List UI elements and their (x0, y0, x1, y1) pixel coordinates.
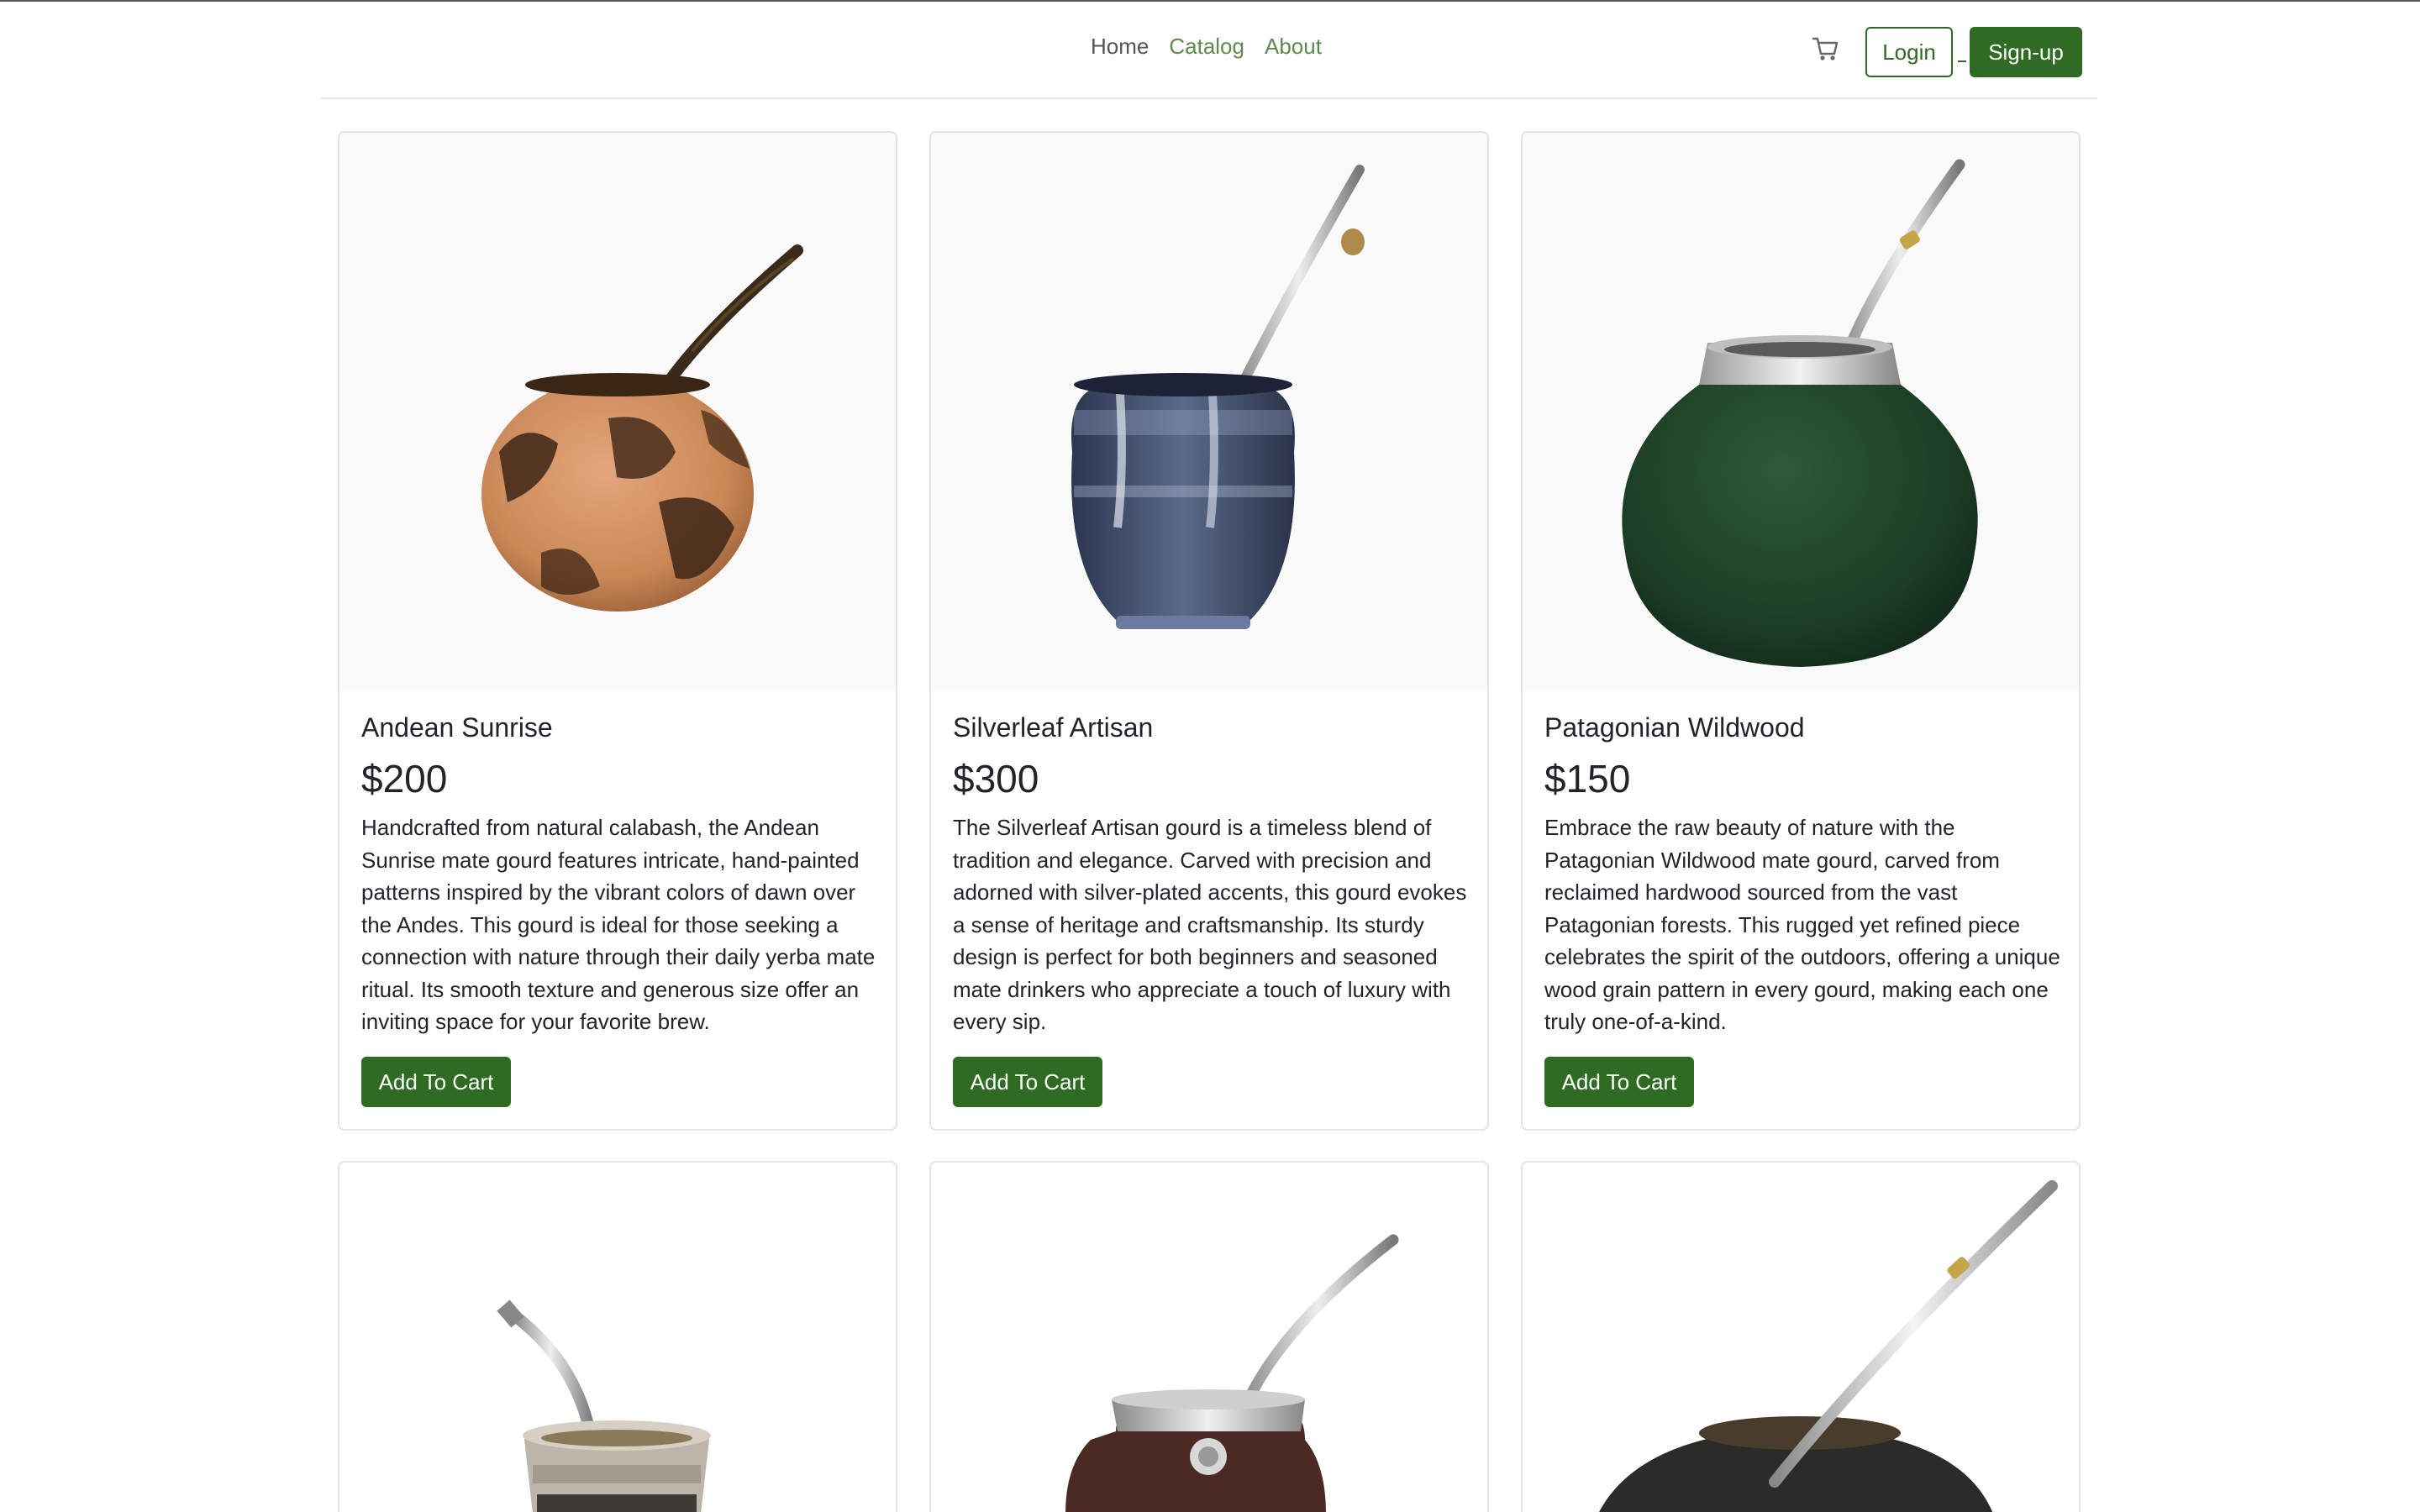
product-title: Andean Sunrise (361, 712, 553, 743)
signup-button[interactable]: Sign-up (1970, 27, 2082, 77)
product-card-silverleaf-artisan: Silverleaf Artisan $300 The Silverleaf A… (929, 131, 1489, 1131)
product-description: Embrace the raw beauty of nature with th… (1544, 815, 2060, 1034)
product-image-gourd-4 (339, 1163, 896, 1512)
product-card-patagonian-wildwood: Patagonian Wildwood $150 Embrace the raw… (1521, 131, 2081, 1131)
product-image-gourd-5 (931, 1163, 1487, 1512)
product-card-row2-2 (929, 1161, 1489, 1512)
cart-icon[interactable] (1808, 32, 1842, 66)
header-divider (1958, 60, 1966, 62)
product-card-andean-sunrise: Andean Sunrise $200 Handcrafted from nat… (338, 131, 897, 1131)
login-button[interactable]: Login (1865, 27, 1953, 77)
product-image-gourd-6 (1523, 1163, 2079, 1512)
product-title: Patagonian Wildwood (1544, 712, 1805, 743)
product-title: Silverleaf Artisan (953, 712, 1154, 743)
product-image-andean-sunrise (339, 133, 896, 690)
product-price: $300 (953, 757, 1039, 801)
site-header: Home Catalog About Login Sign-up (321, 2, 2097, 99)
product-card-row2-3 (1521, 1161, 2081, 1512)
product-price: $200 (361, 757, 448, 801)
product-image-patagonian-wildwood (1523, 133, 2079, 690)
add-to-cart-button[interactable]: Add To Cart (1544, 1057, 1694, 1107)
add-to-cart-button[interactable]: Add To Cart (361, 1057, 511, 1107)
product-card-row2-1 (338, 1161, 897, 1512)
add-to-cart-button[interactable]: Add To Cart (953, 1057, 1102, 1107)
main-nav: Home Catalog About (1091, 34, 1322, 60)
nav-catalog-link[interactable]: Catalog (1169, 34, 1244, 60)
product-image-silverleaf-artisan (931, 133, 1487, 690)
product-description: Handcrafted from natural calabash, the A… (361, 815, 876, 1034)
nav-about-link[interactable]: About (1265, 34, 1322, 60)
product-description: The Silverleaf Artisan gourd is a timele… (953, 815, 1467, 1034)
nav-home-link[interactable]: Home (1091, 34, 1149, 60)
product-price: $150 (1544, 757, 1631, 801)
